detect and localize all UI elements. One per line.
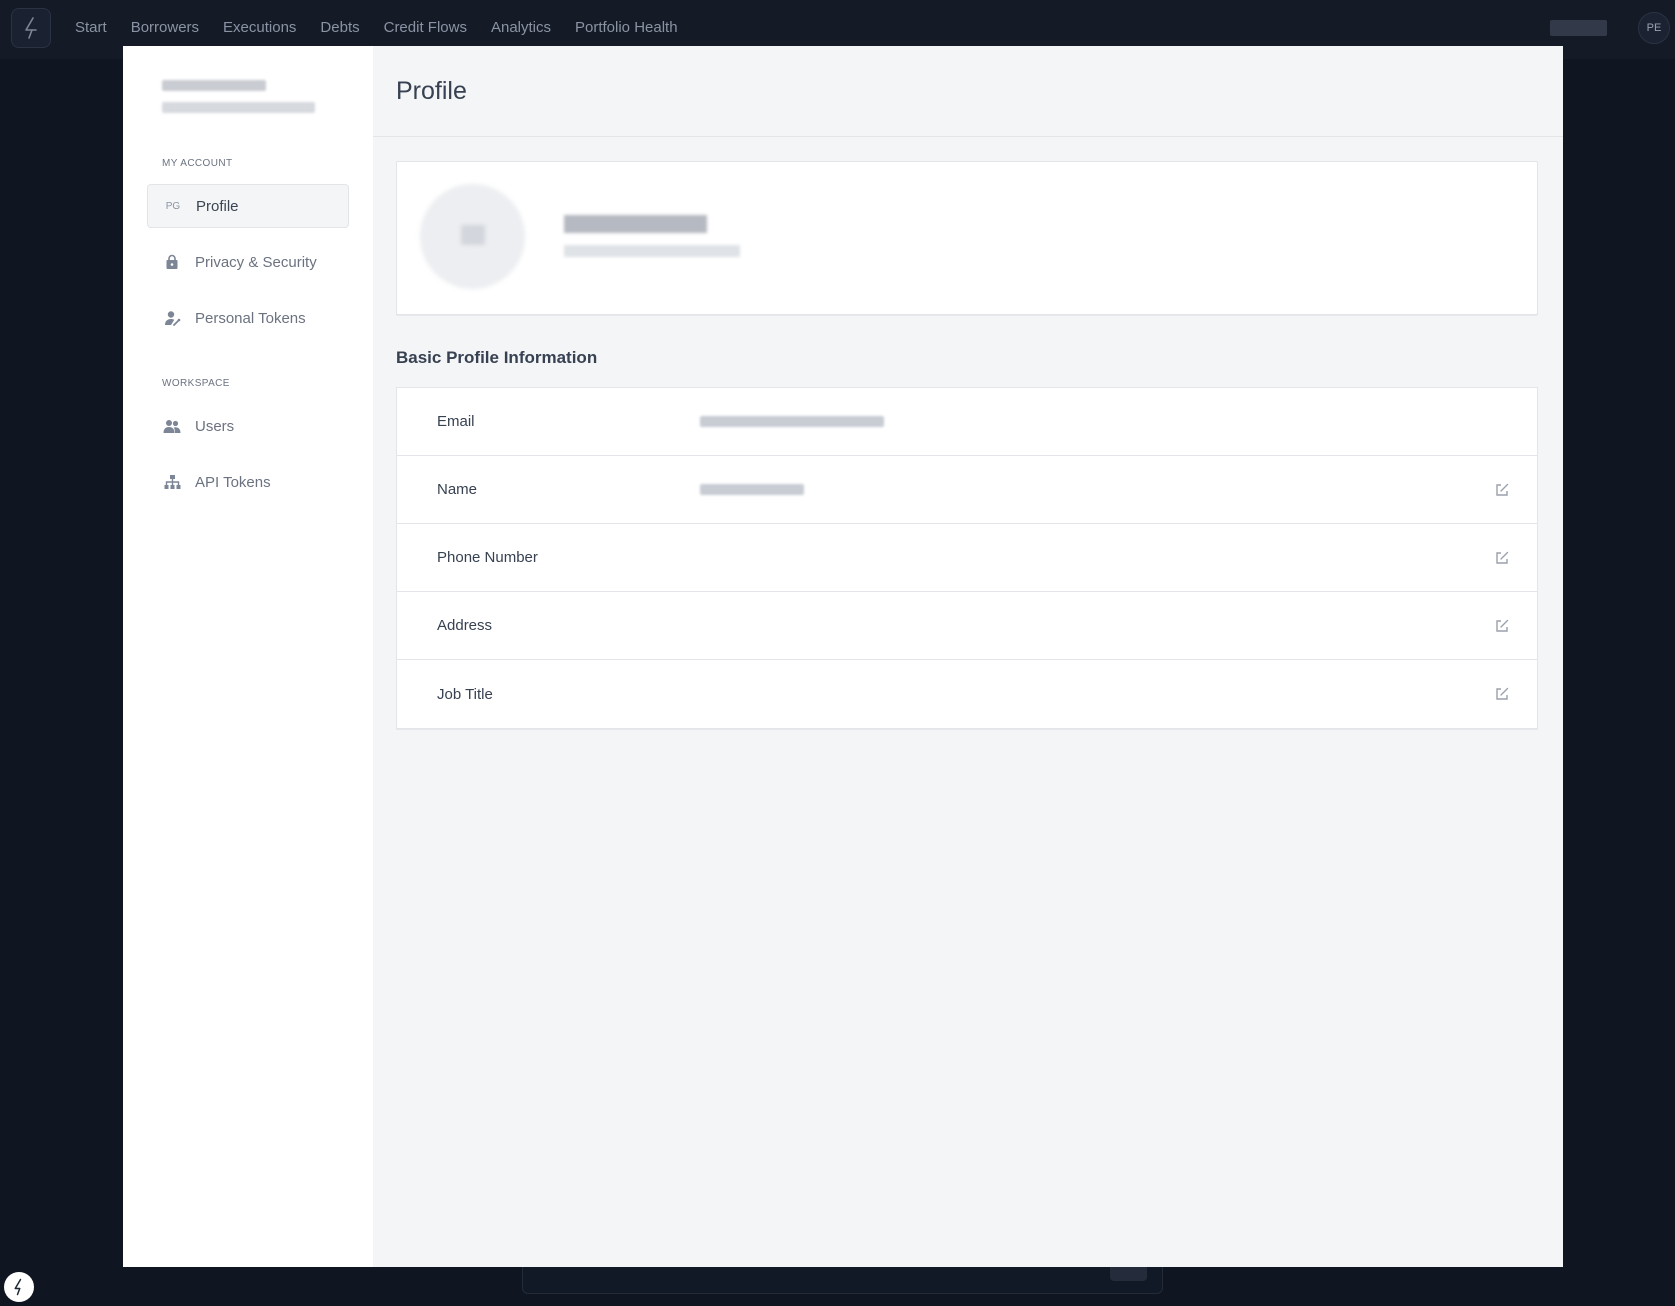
bolt-icon <box>25 17 37 39</box>
page-title: Profile <box>396 76 467 105</box>
nav-link-analytics[interactable]: Analytics <box>491 19 551 36</box>
corner-bolt-button[interactable] <box>4 1272 34 1302</box>
app-logo-button[interactable] <box>11 8 51 48</box>
user-avatar-button[interactable]: PE <box>1638 12 1670 44</box>
info-row-job-title: Job Title <box>397 660 1537 728</box>
info-row-name: Name <box>397 456 1537 524</box>
field-label: Phone Number <box>437 549 538 566</box>
sidebar-item-privacy-security[interactable]: Privacy & Security <box>147 240 349 284</box>
edit-icon[interactable] <box>1494 550 1510 566</box>
section-title-my-account: MY ACCOUNT <box>162 158 233 169</box>
settings-main: Profile Basic Profile Information Email … <box>373 46 1563 1267</box>
profile-email-redacted <box>564 245 740 257</box>
sidebar-item-api-tokens[interactable]: API Tokens <box>147 460 349 504</box>
profile-name-redacted <box>564 215 707 233</box>
field-label: Email <box>437 413 475 430</box>
info-row-email: Email <box>397 388 1537 456</box>
profile-info-table: Email Name Phone Number Address Job Titl… <box>396 387 1538 729</box>
profile-summary-card <box>396 161 1538 315</box>
field-label: Address <box>437 617 493 634</box>
edit-icon[interactable] <box>1494 686 1510 702</box>
sidebar-item-personal-tokens[interactable]: Personal Tokens <box>147 296 349 340</box>
sidebar-item-label: Privacy & Security <box>195 253 317 271</box>
sidebar-item-profile[interactable]: PG Profile <box>147 184 349 228</box>
section-heading: Basic Profile Information <box>396 348 598 367</box>
lock-icon <box>163 253 181 271</box>
account-name-redacted <box>162 80 266 91</box>
account-email-redacted <box>162 102 315 113</box>
info-row-address: Address <box>397 592 1537 660</box>
avatar[interactable] <box>420 184 525 289</box>
settings-sidebar: MY ACCOUNT PG Profile Privacy & Security… <box>123 46 373 1267</box>
sidebar-item-label: Personal Tokens <box>195 309 306 327</box>
edit-icon[interactable] <box>1494 482 1510 498</box>
account-settings-modal: MY ACCOUNT PG Profile Privacy & Security… <box>123 46 1563 1267</box>
user-key-icon <box>163 309 181 327</box>
nav-link-borrowers[interactable]: Borrowers <box>131 19 199 36</box>
workspace-name-redacted[interactable] <box>1550 20 1607 36</box>
nav-link-debts[interactable]: Debts <box>320 19 359 36</box>
profile-initials-icon: PG <box>165 200 181 212</box>
sidebar-item-users[interactable]: Users <box>147 404 349 448</box>
main-header: Profile <box>373 46 1563 137</box>
edit-icon[interactable] <box>1494 618 1510 634</box>
info-row-phone-number: Phone Number <box>397 524 1537 592</box>
sidebar-item-label: API Tokens <box>195 473 271 491</box>
field-label: Name <box>437 481 478 498</box>
nav-link-portfolio-health[interactable]: Portfolio Health <box>575 19 678 36</box>
sidebar-item-label: Users <box>195 417 235 435</box>
email-value-redacted <box>700 416 884 427</box>
bolt-icon <box>14 1278 22 1296</box>
section-title-workspace: WORKSPACE <box>162 378 230 389</box>
nav-link-credit-flows[interactable]: Credit Flows <box>384 19 467 36</box>
sidebar-item-label: Profile <box>196 197 239 215</box>
users-icon <box>163 417 181 435</box>
nav-link-executions[interactable]: Executions <box>223 19 296 36</box>
sitemap-icon <box>163 473 181 491</box>
name-value-redacted <box>700 484 804 495</box>
nav-link-start[interactable]: Start <box>75 19 107 36</box>
field-label: Job Title <box>437 685 493 703</box>
